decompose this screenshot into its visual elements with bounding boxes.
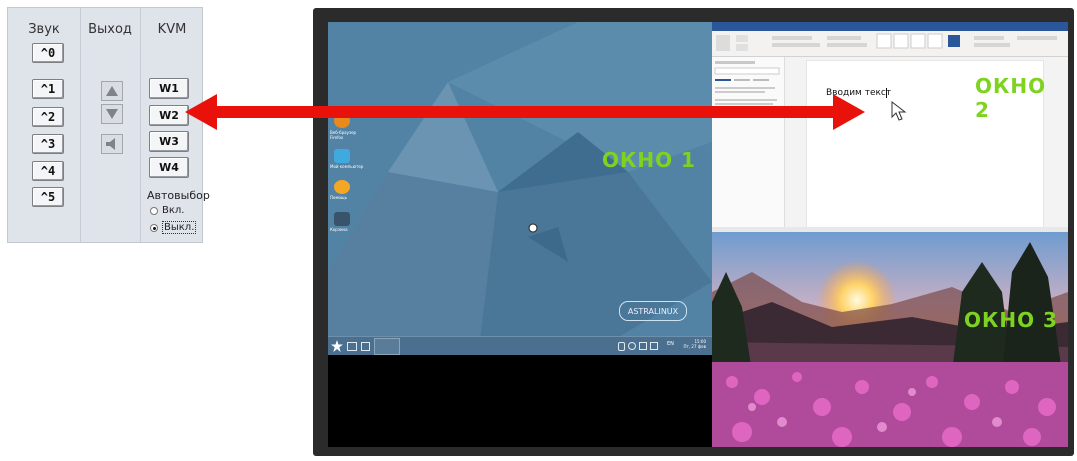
system-tray bbox=[618, 342, 658, 351]
word-ribbon bbox=[712, 31, 1068, 57]
column-divider bbox=[140, 8, 141, 242]
volume-icon[interactable] bbox=[650, 342, 658, 350]
ribbon-controls bbox=[716, 33, 1057, 51]
auto-select-off-radio[interactable]: Выкл. bbox=[150, 221, 197, 234]
window-2-label: ОКНО 2 bbox=[975, 74, 1047, 122]
auto-select-on-label: Вкл. bbox=[162, 205, 185, 216]
taskbar: EN 15:00 Пт, 27 фев bbox=[328, 336, 712, 355]
mute-button[interactable] bbox=[101, 134, 123, 154]
kvm-window-2-button[interactable]: W2 bbox=[149, 105, 189, 126]
radio-circle-icon bbox=[150, 206, 158, 215]
help-icon[interactable] bbox=[334, 180, 350, 194]
window-3-label: ОКНО 3 bbox=[964, 308, 1058, 332]
column-divider bbox=[80, 8, 81, 242]
workspace-switcher[interactable] bbox=[374, 338, 400, 355]
sound-button-1[interactable]: ^1 bbox=[32, 79, 64, 99]
word-title-bar bbox=[712, 22, 1068, 31]
sound-button-5[interactable]: ^5 bbox=[32, 187, 64, 207]
trash-icon[interactable] bbox=[334, 212, 350, 226]
double-arrow-icon bbox=[185, 94, 865, 130]
star-menu-icon[interactable] bbox=[331, 340, 343, 352]
volume-up-button[interactable] bbox=[101, 81, 123, 101]
astralinux-logo: ASTRALINUX bbox=[619, 301, 687, 321]
keyboard-layout[interactable]: EN bbox=[667, 341, 674, 347]
pointer-cursor-icon bbox=[891, 101, 907, 121]
window-1-label: ОКНО 1 bbox=[602, 148, 696, 172]
volume-down-button[interactable] bbox=[101, 104, 123, 124]
computer-icon[interactable] bbox=[334, 149, 350, 163]
tray-icon[interactable] bbox=[628, 342, 636, 350]
file-manager-icon[interactable] bbox=[347, 342, 357, 351]
kvm-window-3-button[interactable]: W3 bbox=[149, 131, 189, 152]
desktop-icon-label: Мой компьютер bbox=[330, 164, 364, 169]
kvm-window-4-button[interactable]: W4 bbox=[149, 157, 189, 178]
auto-select-label: Автовыбор bbox=[147, 189, 210, 202]
desktop-icon-label: Помощь bbox=[330, 195, 348, 200]
network-icon[interactable] bbox=[639, 342, 647, 350]
kvm-window-1-button[interactable]: W1 bbox=[149, 78, 189, 99]
radio-checked-icon bbox=[150, 223, 158, 232]
exit-column-header: Выход bbox=[88, 22, 132, 37]
monitor-screen: Веб-браузер Firefox Мой компьютер Помощь… bbox=[328, 22, 1068, 447]
window-1-desktop[interactable]: Веб-браузер Firefox Мой компьютер Помощь… bbox=[328, 22, 712, 355]
window-3-landscape[interactable]: ОКНО 3 bbox=[712, 232, 1068, 447]
kvm-control-panel: Звук Выход KVM ^0 ^1 ^2 ^3 ^4 ^5 W1 W2 W… bbox=[7, 7, 210, 243]
auto-select-off-label: Выкл. bbox=[162, 221, 197, 234]
auto-select-on-radio[interactable]: Вкл. bbox=[150, 205, 184, 216]
text-caret bbox=[886, 88, 887, 98]
tray-icon[interactable] bbox=[618, 342, 625, 351]
speaker-icon bbox=[106, 138, 115, 150]
terminal-icon[interactable] bbox=[361, 342, 370, 351]
navigation-pane bbox=[712, 57, 785, 227]
triangle-up-icon bbox=[106, 86, 118, 96]
triangle-down-icon bbox=[106, 109, 118, 119]
sound-column-header: Звук bbox=[28, 22, 60, 37]
sound-button-0[interactable]: ^0 bbox=[32, 43, 64, 63]
clock-date: Пт, 27 фев bbox=[683, 344, 706, 349]
sound-button-4[interactable]: ^4 bbox=[32, 161, 64, 181]
desktop-icon-label: Корзина bbox=[330, 227, 348, 232]
sound-button-2[interactable]: ^2 bbox=[32, 107, 64, 127]
sound-button-3[interactable]: ^3 bbox=[32, 134, 64, 154]
monitor-frame: Веб-браузер Firefox Мой компьютер Помощь… bbox=[313, 8, 1074, 456]
sunset-landscape-image bbox=[712, 232, 1068, 447]
kvm-column-header: KVM bbox=[157, 22, 187, 37]
mouse-cursor-icon bbox=[528, 223, 538, 233]
clock[interactable]: 15:00 Пт, 27 фев bbox=[684, 339, 706, 349]
